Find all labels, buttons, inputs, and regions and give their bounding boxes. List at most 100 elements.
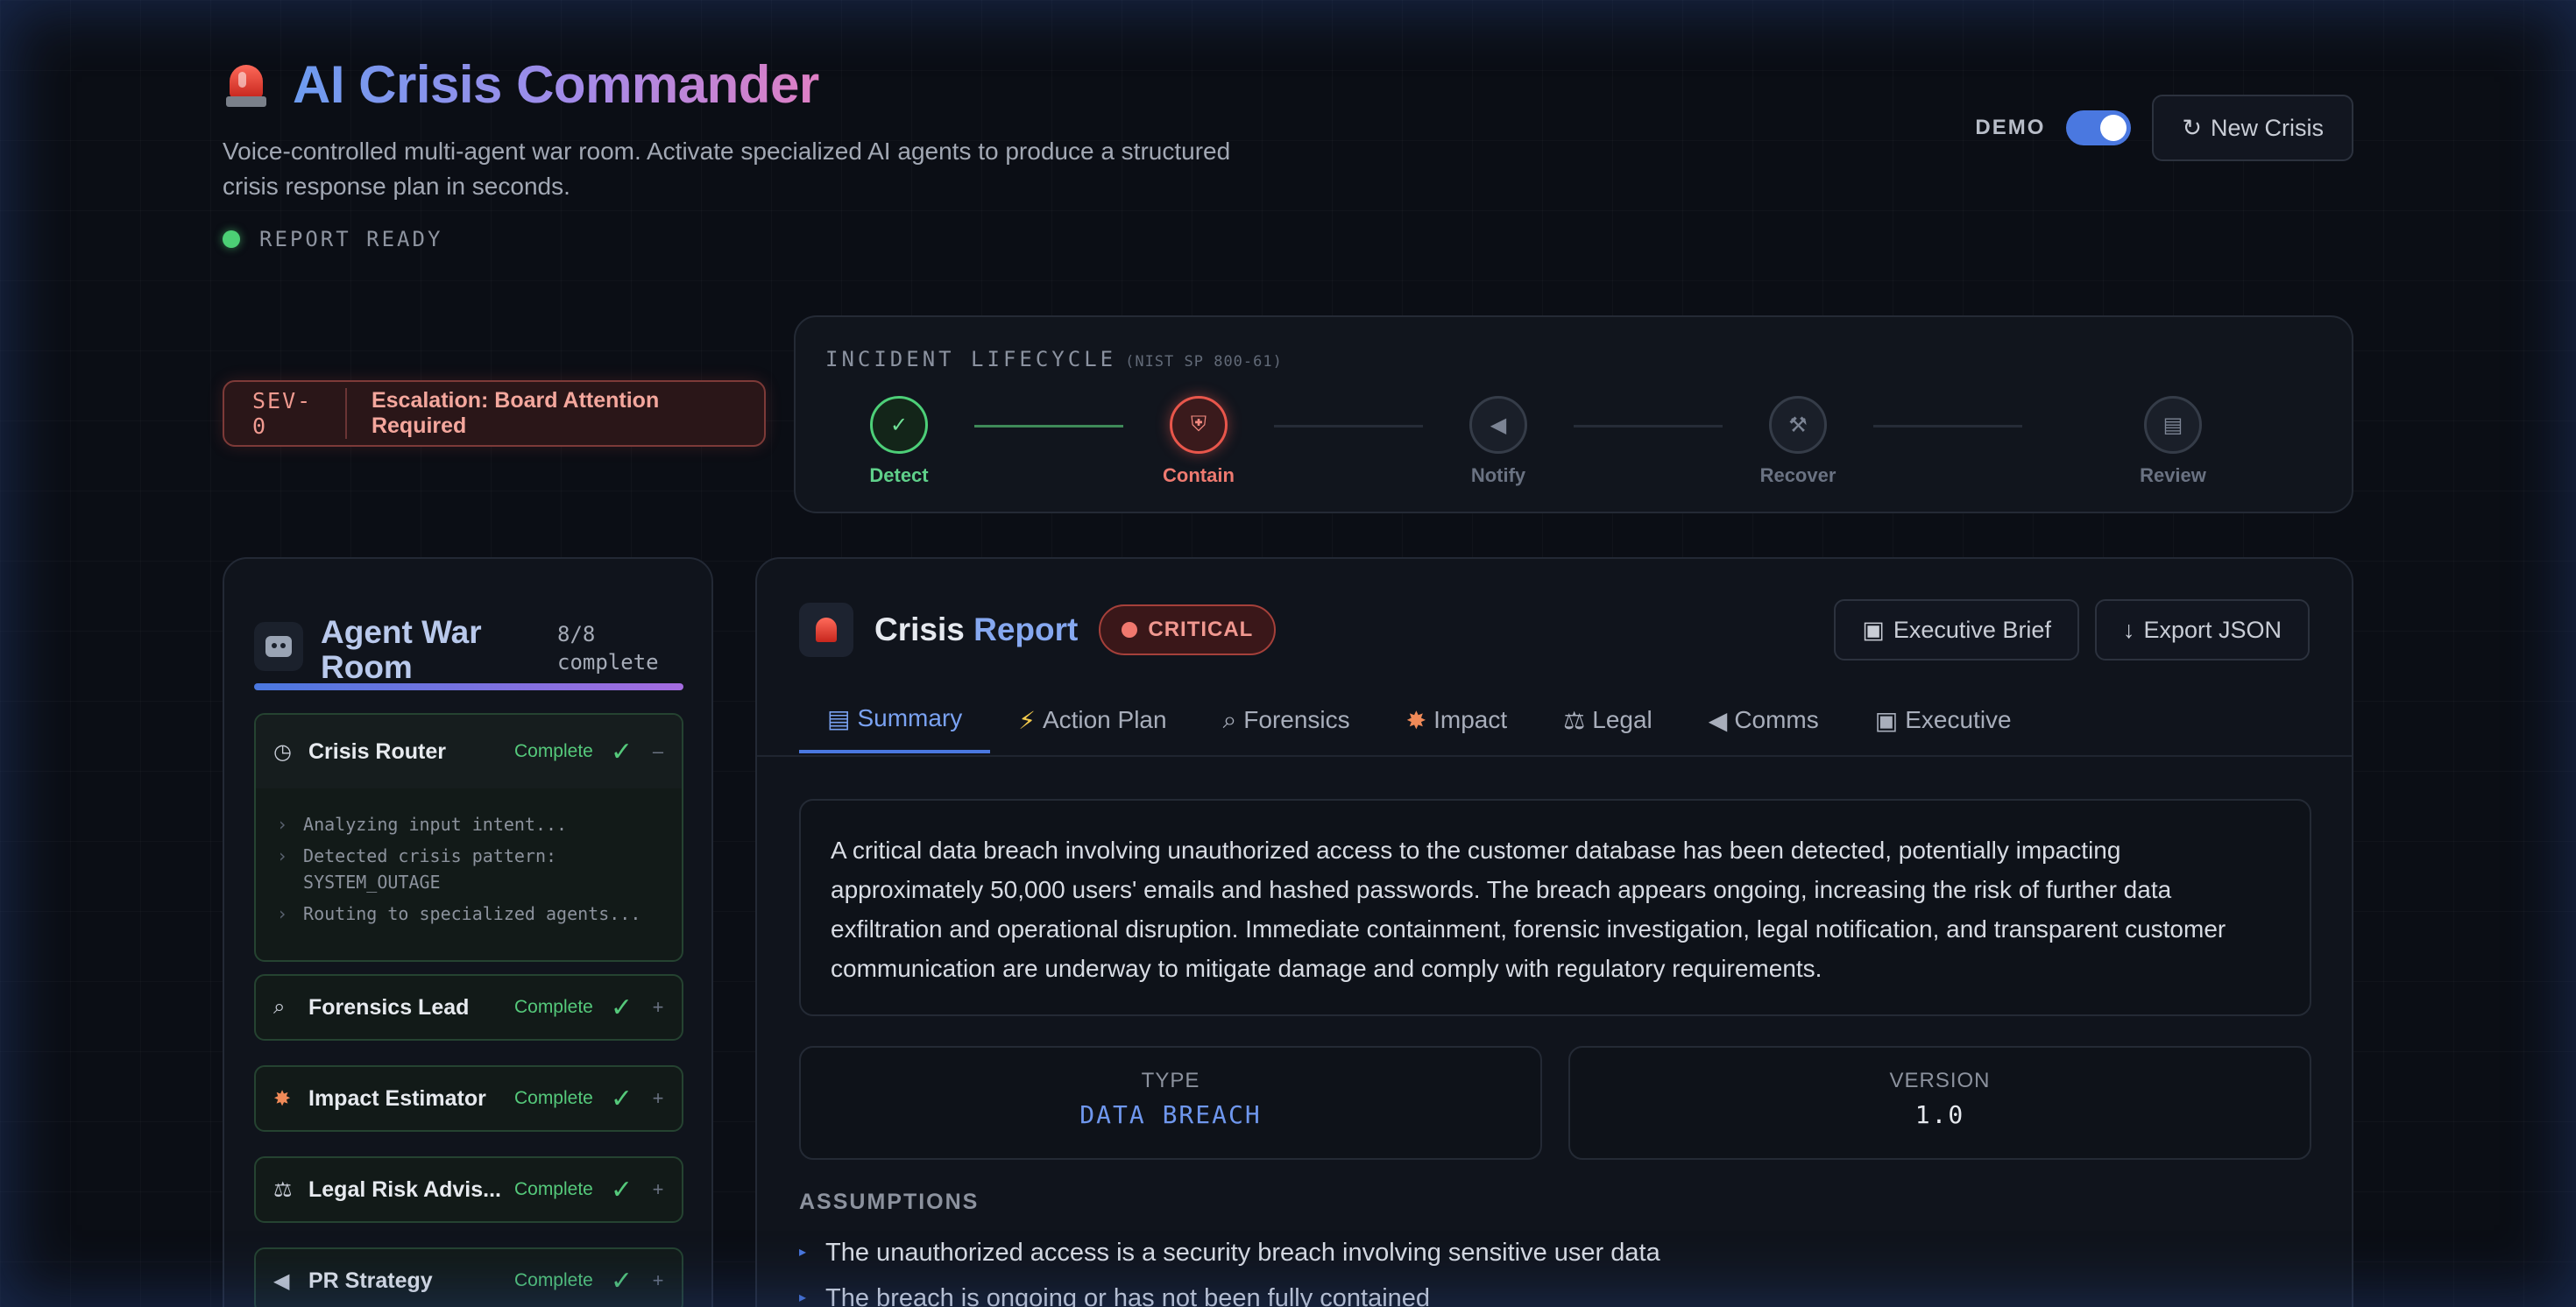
agent-status: Complete bbox=[513, 1270, 593, 1290]
agent-card-header[interactable]: ◷ Crisis Router Complete ✓ – bbox=[256, 715, 682, 788]
chevron-right-icon: › bbox=[277, 845, 288, 866]
tab-comms[interactable]: ◀ Comms bbox=[1681, 687, 1847, 753]
expand-toggle[interactable]: + bbox=[652, 1087, 664, 1110]
scales-icon: ⚖ bbox=[1563, 706, 1586, 734]
robot-icon bbox=[254, 622, 303, 671]
agent-card-forensics-lead[interactable]: ⌕ Forensics Lead Complete ✓ + bbox=[254, 974, 683, 1041]
new-crisis-label: New Crisis bbox=[2210, 114, 2324, 141]
new-crisis-button[interactable]: ↻ New Crisis bbox=[2152, 95, 2353, 161]
export-json-button[interactable]: ↓ Export JSON bbox=[2094, 599, 2310, 661]
bullet-icon: ▸ bbox=[799, 1290, 807, 1305]
incident-lifecycle: INCIDENT LIFECYCLE (NIST SP 800-61) ✓ Det… bbox=[794, 315, 2353, 513]
header-controls: DEMO ↻ New Crisis bbox=[1975, 95, 2353, 161]
lifecycle-connector bbox=[1274, 425, 1423, 427]
agent-name: PR Strategy bbox=[308, 1268, 433, 1293]
executive-brief-button[interactable]: ▣ Executive Brief bbox=[1834, 599, 2079, 661]
clipboard-icon: ▤ bbox=[827, 704, 851, 732]
agent-card-pr-strategy[interactable]: ◀ PR Strategy Complete ✓ + bbox=[254, 1247, 683, 1307]
assumption-item: ▸ The unauthorized access is a security b… bbox=[799, 1230, 1660, 1275]
executive-icon: ▣ bbox=[1874, 706, 1899, 734]
app-header: AI Crisis Commander Voice-controlled mul… bbox=[223, 54, 1362, 251]
type-card: TYPE DATA BREACH bbox=[799, 1046, 1542, 1160]
tab-executive[interactable]: ▣ Executive bbox=[1847, 687, 2040, 753]
export-json-label: Export JSON bbox=[2143, 616, 2282, 643]
step-label: Contain bbox=[1163, 464, 1235, 486]
tab-summary[interactable]: ▤ Summary bbox=[799, 687, 991, 753]
agent-progress-bar bbox=[254, 683, 683, 690]
lifecycle-title-text: INCIDENT LIFECYCLE bbox=[825, 347, 1117, 371]
status-indicator: REPORT READY bbox=[223, 227, 1362, 251]
toggle-knob bbox=[2100, 115, 2127, 141]
tab-label: Legal bbox=[1592, 706, 1652, 733]
step-label: Review bbox=[2140, 464, 2206, 486]
severity-badge: SEV-0 Escalation: Board Attention Requir… bbox=[223, 380, 766, 447]
assumptions-list: ▸ The unauthorized access is a security b… bbox=[799, 1230, 1660, 1307]
lifecycle-connector bbox=[974, 425, 1123, 427]
executive-icon: ▣ bbox=[1862, 616, 1885, 643]
clipboard-icon: ▤ bbox=[2144, 396, 2202, 454]
summary-text: A critical data breach involving unautho… bbox=[799, 799, 2311, 1016]
type-label: TYPE bbox=[1141, 1069, 1200, 1092]
step-label: Detect bbox=[869, 464, 929, 486]
agent-name: Forensics Lead bbox=[308, 994, 470, 1020]
log-line: › Detected crisis pattern: SYSTEM_OUTAGE bbox=[277, 843, 661, 895]
tabs-divider bbox=[757, 755, 2352, 757]
tab-impact[interactable]: ✸ Impact bbox=[1378, 687, 1536, 753]
compass-icon: ◷ bbox=[273, 739, 292, 764]
agent-status: Complete bbox=[513, 1179, 593, 1199]
siren-icon bbox=[223, 61, 270, 109]
status-dot-icon bbox=[223, 230, 240, 248]
chevron-right-icon: › bbox=[277, 903, 288, 924]
tab-action-plan[interactable]: ⚡ Action Plan bbox=[990, 687, 1194, 753]
tab-label: Forensics bbox=[1243, 706, 1350, 733]
megaphone-icon: ◀ bbox=[1469, 396, 1527, 454]
expand-toggle[interactable]: + bbox=[652, 1269, 664, 1292]
chevron-right-icon: › bbox=[277, 814, 288, 835]
log-line: › Analyzing input intent... bbox=[277, 811, 661, 837]
expand-toggle[interactable]: + bbox=[652, 996, 664, 1019]
collapse-toggle[interactable]: – bbox=[652, 740, 664, 763]
lightning-icon: ⚡ bbox=[1018, 706, 1036, 734]
refresh-icon: ↻ bbox=[2182, 114, 2202, 141]
step-label: Recover bbox=[1759, 464, 1836, 486]
megaphone-icon: ◀ bbox=[1708, 706, 1728, 734]
tab-forensics[interactable]: ⌕ Forensics bbox=[1195, 687, 1378, 753]
agent-name: Legal Risk Advis... bbox=[308, 1176, 501, 1202]
demo-toggle[interactable] bbox=[2066, 110, 2132, 145]
explosion-icon: ✸ bbox=[1405, 706, 1427, 734]
tab-label: Executive bbox=[1905, 706, 2012, 733]
version-card: VERSION 1.0 bbox=[1568, 1046, 2311, 1160]
assumption-text: The breach is ongoing or has not been fu… bbox=[825, 1284, 1431, 1307]
tab-label: Action Plan bbox=[1042, 706, 1167, 733]
app-subtitle: Voice-controlled multi-agent war room. A… bbox=[223, 138, 1231, 200]
check-icon: ✓ bbox=[610, 993, 633, 1022]
check-icon: ✓ bbox=[610, 1084, 633, 1113]
lifecycle-step-recover: ⚒ Recover bbox=[1710, 396, 1886, 487]
agent-name: Crisis Router bbox=[308, 738, 446, 764]
log-text: Analyzing input intent... bbox=[303, 814, 568, 835]
report-title: Crisis Report bbox=[874, 611, 1078, 648]
tab-label: Impact bbox=[1433, 706, 1508, 733]
lifecycle-connector bbox=[1574, 425, 1723, 427]
log-text: Routing to specialized agents... bbox=[303, 903, 641, 924]
tab-label: Comms bbox=[1734, 706, 1819, 733]
scales-icon: ⚖ bbox=[273, 1177, 293, 1202]
lifecycle-step-contain: ⛨ Contain bbox=[1111, 396, 1286, 487]
assumption-item: ▸ The breach is ongoing or has not been f… bbox=[799, 1275, 1660, 1307]
assumption-text: The unauthorized access is a security br… bbox=[825, 1239, 1660, 1267]
agent-war-room-panel: Agent War Room 8/8 complete ◷ Crisis Rou… bbox=[223, 557, 713, 1307]
report-title-accent: Report bbox=[973, 611, 1079, 647]
expand-toggle[interactable]: + bbox=[652, 1178, 664, 1201]
agent-card-legal-risk-advisor[interactable]: ⚖ Legal Risk Advis... Complete ✓ + bbox=[254, 1156, 683, 1223]
report-tabs: ▤ Summary ⚡ Action Plan ⌕ Forensics ✸ Impact… bbox=[799, 687, 2040, 753]
siren-icon bbox=[799, 603, 853, 657]
critical-badge: CRITICAL bbox=[1099, 604, 1277, 655]
type-value: DATA BREACH bbox=[1079, 1100, 1262, 1129]
crisis-report-panel: Crisis Report CRITICAL ▣ Executive Brief… bbox=[755, 557, 2353, 1307]
report-title-main: Crisis bbox=[874, 611, 965, 647]
assumptions-title: ASSUMPTIONS bbox=[799, 1190, 980, 1214]
check-icon: ✓ bbox=[610, 737, 633, 767]
agent-card-impact-estimator[interactable]: ✸ Impact Estimator Complete ✓ + bbox=[254, 1065, 683, 1132]
agent-log: › Analyzing input intent... › Detected cri… bbox=[256, 788, 682, 932]
tab-legal[interactable]: ⚖ Legal bbox=[1535, 687, 1681, 753]
